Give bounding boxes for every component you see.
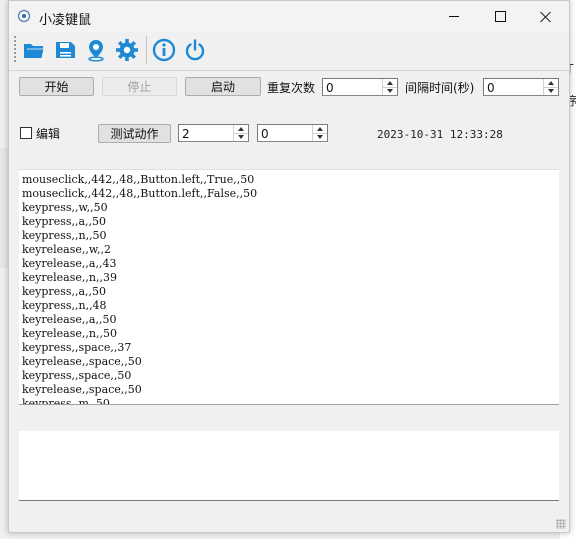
settings-gear-icon[interactable]: [114, 37, 140, 63]
repeat-count-value: 0: [326, 81, 334, 95]
spin-down-button[interactable]: [383, 87, 397, 95]
log-line: keypress,,w,,50: [22, 201, 108, 214]
log-line: keypress,,n,,50: [22, 229, 107, 242]
test-param-value: 0: [261, 127, 269, 141]
resize-grip[interactable]: [556, 519, 566, 529]
log-line: keypress,,a,,50: [22, 285, 107, 298]
log-line: keypress,,m,,50: [22, 397, 110, 405]
start-button[interactable]: 开始: [19, 77, 94, 96]
log-line: keypress,,space,,50: [22, 369, 132, 382]
edit-checkbox[interactable]: [20, 127, 32, 139]
chevron-up-icon: [238, 127, 244, 131]
app-icon: [18, 10, 30, 22]
interval-spinbox[interactable]: 0: [483, 78, 559, 96]
spin-down-button[interactable]: [234, 133, 248, 141]
launch-button[interactable]: 启动: [185, 77, 261, 96]
log-scrollbar[interactable]: [551, 170, 559, 404]
stop-button[interactable]: 停止: [102, 77, 177, 96]
log-line: keyrelease,,a,,50: [22, 313, 117, 326]
folder-open-icon[interactable]: [21, 37, 47, 63]
chevron-down-icon: [387, 89, 393, 93]
chevron-up-icon: [548, 81, 554, 85]
minimize-icon: [449, 16, 459, 17]
log-line: mouseclick,,442,,48,,Button.left,,False,…: [22, 187, 258, 200]
chevron-up-icon: [317, 127, 323, 131]
info-icon[interactable]: [151, 37, 177, 63]
chevron-down-icon: [238, 135, 244, 139]
save-icon[interactable]: [52, 37, 78, 63]
action-log-lines: mouseclick,,442,,48,,Button.left,,True,,…: [22, 173, 258, 405]
toolbar-grip[interactable]: [14, 36, 16, 64]
edit-label: 编辑: [36, 127, 61, 141]
maximize-button[interactable]: [477, 1, 523, 32]
log-line: keyrelease,,space,,50: [22, 383, 142, 396]
datetime-display: 2023-10-31 12:33:28: [377, 128, 503, 141]
repeat-count-spinbox[interactable]: 0: [322, 78, 398, 96]
power-icon[interactable]: [182, 37, 208, 63]
test-action-button[interactable]: 测试动作: [98, 124, 171, 143]
repeat-count-label: 重复次数: [267, 81, 316, 95]
log-line: keyrelease,,n,,50: [22, 327, 117, 340]
interval-label: 间隔时间(秒): [405, 81, 475, 95]
chevron-down-icon: [548, 89, 554, 93]
output-textarea[interactable]: [19, 431, 559, 501]
close-button[interactable]: [523, 1, 569, 32]
log-line: keypress,,space,,37: [22, 341, 132, 354]
test-param-spinbox-a[interactable]: 2: [178, 124, 249, 142]
chevron-up-icon: [387, 81, 393, 85]
log-line: keyrelease,,n,,39: [22, 271, 117, 284]
spin-down-button[interactable]: [544, 87, 558, 95]
toolbar-separator: [146, 36, 147, 64]
log-line: keyrelease,,space,,50: [22, 355, 142, 368]
chevron-down-icon: [317, 135, 323, 139]
spin-down-button[interactable]: [313, 133, 327, 141]
title-bar[interactable]: 小凌键鼠: [9, 1, 569, 32]
log-line: mouseclick,,442,,48,,Button.left,,True,,…: [22, 173, 255, 186]
close-icon: [540, 11, 552, 23]
location-pin-icon[interactable]: [83, 37, 109, 63]
maximize-icon: [494, 11, 506, 22]
log-line: keyrelease,,w,,2: [22, 243, 111, 256]
log-line: keypress,,n,,48: [22, 299, 107, 312]
app-window: 小凌键鼠 开始 停止 启动 重复次数 0 间隔时间(秒) 0 编辑 测试动作 2…: [8, 0, 570, 533]
interval-value: 0: [487, 81, 495, 95]
log-line: keypress,,a,,50: [22, 215, 107, 228]
test-param-value: 2: [182, 127, 190, 141]
log-line: keyrelease,,a,,43: [22, 257, 117, 270]
test-param-spinbox-b[interactable]: 0: [257, 124, 328, 142]
window-title: 小凌键鼠: [39, 13, 92, 28]
toolbar-divider: [9, 70, 569, 71]
minimize-button[interactable]: [431, 1, 477, 32]
toolbar: [9, 32, 569, 70]
action-log-textarea[interactable]: mouseclick,,442,,48,,Button.left,,True,,…: [19, 169, 559, 405]
